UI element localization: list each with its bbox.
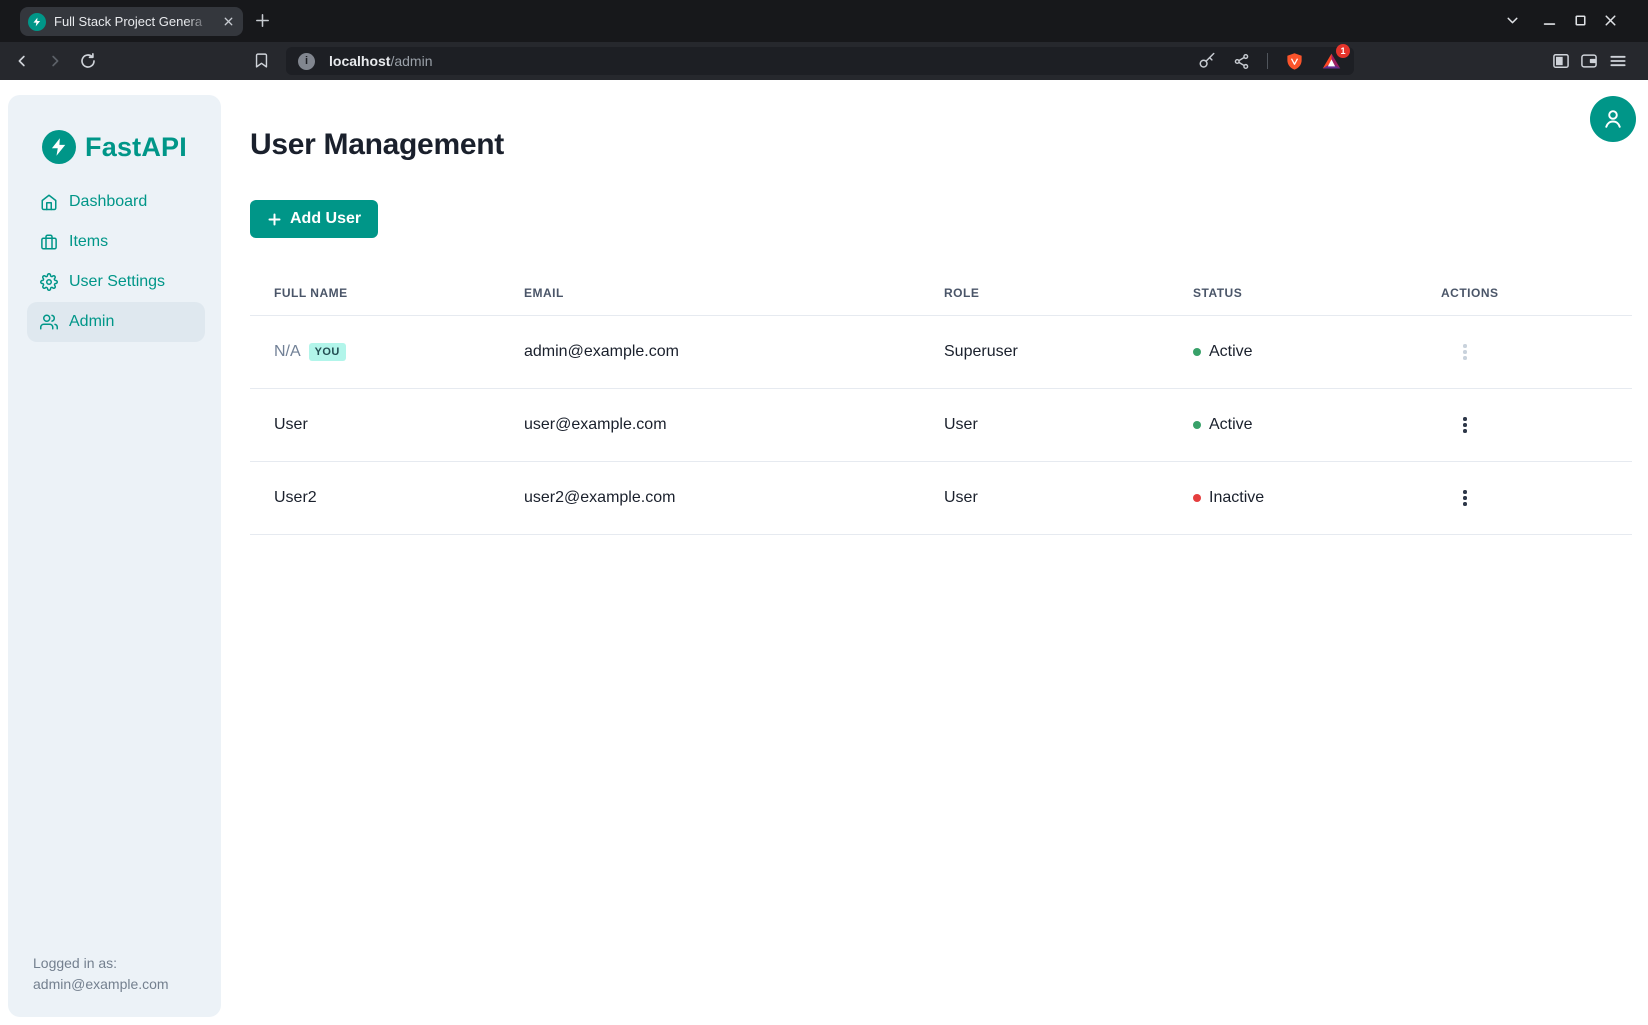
plus-icon (267, 212, 282, 227)
fastapi-logo: FastAPI (8, 130, 221, 164)
share-icon[interactable] (1233, 53, 1250, 70)
home-icon (40, 193, 58, 211)
table-header-row: FULL NAME EMAIL ROLE STATUS ACTIONS (250, 270, 1632, 316)
sidebar-item-admin[interactable]: Admin (27, 302, 205, 342)
url-text: localhost/admin (329, 53, 433, 69)
cell-role: User (920, 416, 1169, 434)
users-icon (40, 313, 58, 331)
bookmark-icon[interactable] (253, 52, 270, 69)
sidebar-item-label: Admin (69, 313, 114, 331)
brave-shield-icon[interactable] (1285, 52, 1304, 71)
column-header-full-name: FULL NAME (250, 286, 500, 300)
menu-hamburger-icon[interactable] (1608, 51, 1628, 71)
browser-tab[interactable]: Full Stack Project Genera (20, 7, 243, 36)
new-tab-icon[interactable] (254, 12, 271, 29)
cell-status: Active (1209, 416, 1253, 434)
tab-title: Full Stack Project Genera (54, 14, 214, 29)
row-actions-kebab-icon[interactable] (1451, 338, 1479, 366)
column-header-role: ROLE (920, 286, 1169, 300)
status-dot-active (1193, 421, 1201, 429)
status-dot-inactive (1193, 494, 1201, 502)
app-page: FastAPI Dashboard Items User Settings (0, 80, 1648, 1025)
url-bar[interactable]: i localhost/admin 1 (286, 47, 1354, 75)
browser-toolbar: i localhost/admin 1 (0, 42, 1648, 80)
page-title: User Management (250, 126, 504, 164)
fastapi-favicon-bolt-icon (28, 13, 46, 31)
row-actions-kebab-icon[interactable] (1451, 484, 1479, 512)
site-info-icon[interactable]: i (298, 53, 315, 70)
cell-email: admin@example.com (500, 343, 920, 361)
brave-rewards-bat-icon[interactable]: 1 (1321, 51, 1342, 72)
reload-icon[interactable] (79, 52, 97, 70)
sidebar-item-label: Dashboard (69, 193, 147, 211)
url-host: localhost (329, 53, 390, 69)
window-close-icon[interactable] (1602, 12, 1619, 29)
fastapi-logo-text: FastAPI (85, 132, 187, 163)
sidebar-item-dashboard[interactable]: Dashboard (27, 182, 205, 222)
table-row: User user@example.com User Active (250, 389, 1632, 462)
sidebar-item-label: User Settings (69, 273, 165, 291)
users-table: FULL NAME EMAIL ROLE STATUS ACTIONS N/A … (250, 270, 1632, 535)
person-icon (1600, 106, 1626, 132)
sidebar-item-label: Items (69, 233, 108, 251)
fastapi-bolt-icon (42, 130, 76, 164)
column-header-actions: ACTIONS (1417, 286, 1632, 300)
column-header-status: STATUS (1169, 286, 1417, 300)
cell-status: Inactive (1209, 489, 1264, 507)
cell-status: Active (1209, 343, 1253, 361)
tab-search-chevron-icon[interactable] (1504, 12, 1521, 29)
cell-full-name: User (250, 416, 500, 434)
sidebar-nav: Dashboard Items User Settings Admin (27, 182, 205, 342)
cell-role: Superuser (920, 343, 1169, 361)
divider (1267, 53, 1268, 69)
cell-email: user2@example.com (500, 489, 920, 507)
rewards-notification-badge: 1 (1336, 44, 1350, 58)
sidebar-item-user-settings[interactable]: User Settings (27, 262, 205, 302)
sidebar: FastAPI Dashboard Items User Settings (8, 95, 221, 1017)
add-user-label: Add User (290, 210, 361, 228)
status-dot-active (1193, 348, 1201, 356)
you-badge: YOU (309, 343, 346, 361)
wallet-icon[interactable] (1579, 51, 1599, 71)
password-key-icon[interactable] (1198, 52, 1216, 70)
cell-full-name: User2 (250, 489, 500, 507)
sidebar-toggle-icon[interactable] (1551, 51, 1571, 71)
user-avatar-button[interactable] (1590, 96, 1636, 142)
gear-icon (40, 273, 58, 291)
cell-role: User (920, 489, 1169, 507)
logged-in-footer: Logged in as: admin@example.com (33, 953, 169, 995)
logged-in-email: admin@example.com (33, 974, 169, 995)
row-actions-kebab-icon[interactable] (1451, 411, 1479, 439)
url-path: /admin (390, 53, 432, 69)
logged-in-label: Logged in as: (33, 953, 169, 974)
back-icon[interactable] (13, 52, 31, 70)
window-minimize-icon[interactable] (1541, 12, 1558, 29)
forward-icon[interactable] (46, 52, 64, 70)
add-user-button[interactable]: Add User (250, 200, 378, 238)
table-row: N/A YOU admin@example.com Superuser Acti… (250, 316, 1632, 389)
briefcase-icon (40, 233, 58, 251)
column-header-email: EMAIL (500, 286, 920, 300)
tab-close-icon[interactable] (222, 15, 235, 28)
cell-email: user@example.com (500, 416, 920, 434)
cell-full-name: N/A (274, 343, 301, 361)
window-maximize-icon[interactable] (1572, 12, 1589, 29)
browser-tab-strip: Full Stack Project Genera (0, 0, 1648, 42)
sidebar-item-items[interactable]: Items (27, 222, 205, 262)
table-row: User2 user2@example.com User Inactive (250, 462, 1632, 535)
